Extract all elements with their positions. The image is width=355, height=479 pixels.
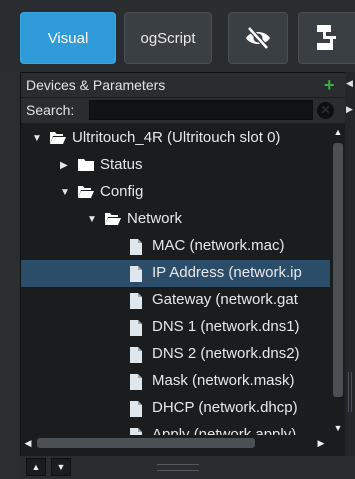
resize-grip[interactable] [348,372,352,412]
tree-item-label: Status [100,156,143,173]
tree-item-dns2[interactable]: DNS 2 (network.dns2) [21,341,330,368]
devices-parameters-panel: Devices & Parameters + Search: ✕ ▼ Ultri… [20,72,347,458]
file-icon [130,293,142,309]
search-input[interactable] [89,100,313,120]
tree-item-label: DHCP (network.dhcp) [152,399,298,416]
tree-item-label: Apply (network.apply) [152,426,297,435]
right-edge-strip: ◀ ▶ [345,72,355,456]
tree-item-label: DNS 1 (network.dns1) [152,318,300,335]
scroll-left-arrow-icon[interactable]: ◀ [21,435,35,451]
up-arrow-icon: ▲ [31,462,41,472]
search-row: Search: ✕ [21,98,346,123]
file-icon [130,347,142,363]
panel-title: Devices & Parameters [26,77,166,93]
panel-header: Devices & Parameters + [21,73,346,97]
tree-item-label: Config [100,183,144,200]
tree-item-label: DNS 2 (network.dns2) [152,345,300,362]
tab-visual[interactable]: Visual [20,12,116,64]
tree-item-label: IP Address (network.ip [152,264,302,281]
tree-item-ip-address[interactable]: IP Address (network.ip [21,260,330,287]
folder-open-icon [50,132,66,144]
expand-arrow-icon[interactable]: ▼ [87,206,97,233]
tree-item-label: Mask (network.mask) [152,372,295,389]
file-icon [130,374,142,390]
scroll-up-arrow-icon[interactable]: ▲ [330,125,346,139]
tree-item-label: Network [127,210,183,227]
tree-item-label: MAC (network.mac) [152,237,285,254]
vertical-scroll-thumb[interactable] [333,143,343,397]
tab-ogscript[interactable]: ogScript [124,12,212,64]
tree-item-network[interactable]: ▼ Network [21,206,330,233]
tree-item-mac[interactable]: MAC (network.mac) [21,233,330,260]
tree-item-dhcp[interactable]: DHCP (network.dhcp) [21,395,330,422]
tree-item-apply[interactable]: Apply (network.apply) [21,422,330,435]
file-icon [130,239,142,255]
folder-open-icon [78,186,94,198]
folder-icon [78,159,94,171]
down-arrow-icon: ▼ [56,462,66,472]
collapse-arrow-icon[interactable]: ▶ [60,152,68,179]
expand-arrow-icon[interactable]: ▼ [60,179,70,206]
flowchart-icon [317,25,336,50]
file-icon [130,320,142,336]
tree-item-label: Gateway (network.gat [152,291,298,308]
tree-item-label: Ultritouch_4R (Ultritouch slot 0) [72,129,281,146]
plus-icon[interactable]: + [324,76,335,94]
eye-slash-icon [246,26,270,50]
file-icon [130,428,142,435]
horizontal-scroll-thumb[interactable] [37,438,255,448]
expand-right-arrow-icon[interactable]: ▶ [346,104,353,115]
splitter-grip[interactable] [157,464,199,471]
tree-item-config[interactable]: ▼ Config [21,179,330,206]
tree-item-ultritouch[interactable]: ▼ Ultritouch_4R (Ultritouch slot 0) [21,125,330,152]
hide-toggle-button[interactable] [228,12,288,64]
scroll-down-arrow-icon[interactable]: ▼ [330,421,346,435]
tree-item-mask[interactable]: Mask (network.mask) [21,368,330,395]
move-down-button[interactable]: ▼ [51,458,71,476]
folder-open-icon [105,213,121,225]
collapse-left-arrow-icon[interactable]: ◀ [346,78,353,89]
move-up-button[interactable]: ▲ [26,458,46,476]
clear-circle-icon[interactable]: ✕ [317,102,334,119]
scroll-right-arrow-icon[interactable]: ▶ [314,435,328,451]
file-icon [130,401,142,417]
top-tab-bar: Visual ogScript [0,0,355,70]
tree-item-gateway[interactable]: Gateway (network.gat [21,287,330,314]
search-label: Search: [26,102,75,118]
flow-view-button[interactable] [298,12,355,64]
vertical-scrollbar[interactable]: ▲ ▼ [330,125,346,435]
expand-arrow-icon[interactable]: ▼ [32,125,42,152]
tree-item-status[interactable]: ▶ Status [21,152,330,179]
device-tree: ▼ Ultritouch_4R (Ultritouch slot 0) ▶ St… [21,125,330,435]
bottom-bar: ▲ ▼ [20,456,355,479]
file-icon [130,266,142,282]
tree-item-dns1[interactable]: DNS 1 (network.dns1) [21,314,330,341]
horizontal-scrollbar[interactable]: ◀ ▶ [21,435,330,451]
